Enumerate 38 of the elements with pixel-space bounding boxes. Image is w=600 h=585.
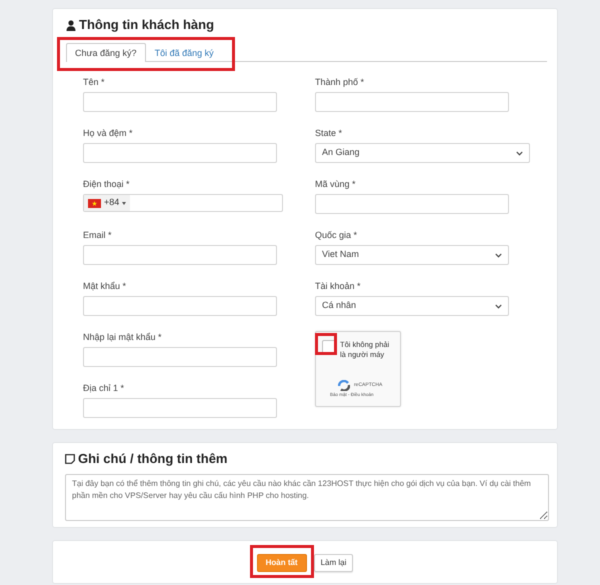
user-icon — [66, 20, 76, 30]
phone-field[interactable]: +84 — [83, 194, 283, 212]
caret-icon — [122, 202, 126, 204]
chevron-down-icon — [495, 304, 502, 308]
field-label: Mã vùng * — [315, 179, 357, 190]
text-field[interactable] — [83, 347, 277, 367]
select-field[interactable]: Cá nhân — [315, 296, 509, 316]
field-label: Tài khoản * — [315, 281, 362, 292]
field-label: Địa chỉ 1 * — [83, 383, 126, 394]
field-label: Quốc gia * — [315, 230, 358, 241]
flag-icon — [88, 198, 101, 208]
text-field[interactable] — [83, 143, 277, 163]
text-field[interactable] — [83, 92, 277, 112]
field-label: Thành phố * — [315, 77, 366, 88]
note-icon — [65, 454, 75, 464]
tab[interactable]: Tôi đã đăng ký — [146, 43, 223, 62]
field-label: Điện thoại * — [83, 179, 131, 190]
recaptcha-logo-icon — [338, 380, 350, 391]
field-label: Tên * — [83, 77, 106, 88]
section-title: Ghi chú / thông tin thêm — [78, 451, 228, 467]
text-field[interactable] — [83, 245, 277, 265]
field-label: Nhập lại mật khẩu * — [83, 332, 163, 343]
field-label: Mật khẩu * — [83, 281, 128, 292]
chevron-down-icon — [495, 252, 502, 258]
text-field[interactable] — [315, 194, 509, 214]
field-label: State * — [315, 128, 344, 139]
field-label: Họ và đệm * — [83, 128, 134, 139]
section-title: Thông tin khách hàng — [79, 17, 214, 33]
chevron-down-icon — [516, 150, 523, 156]
text-field[interactable] — [315, 92, 509, 112]
text-field[interactable] — [83, 398, 277, 418]
tab[interactable]: Chưa đăng ký? — [66, 43, 146, 62]
reset-button[interactable]: Làm lại — [314, 554, 354, 572]
notes-field[interactable]: Tại đây bạn có thể thêm thông tin ghi chú, các yêu cầu nào khác cần 123HOST thực hiện cho gói dịch vụ của bạn. Ví dụ cài thêm phần mền cho VPS/Server hay yêu cầu cấu hình PHP cho hosting. — [65, 474, 549, 521]
text-field[interactable] — [83, 296, 277, 316]
field-label: Email * — [83, 230, 113, 241]
select-field[interactable]: Viet Nam — [315, 245, 509, 265]
select-field[interactable]: An Giang — [315, 143, 530, 163]
